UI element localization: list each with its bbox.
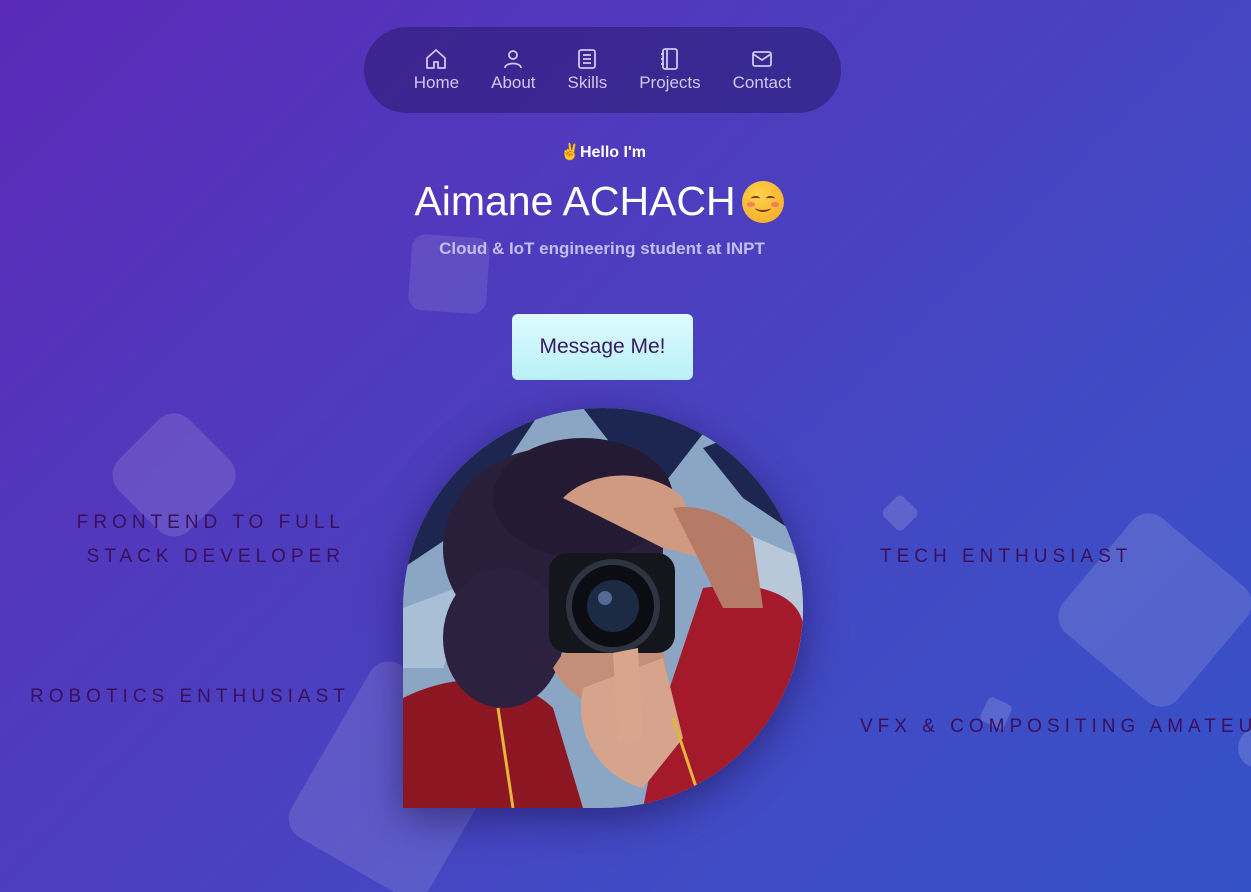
nav-item-skills[interactable]: Skills: [552, 47, 624, 93]
victory-hand-icon: ✌: [560, 144, 580, 161]
nav-item-home[interactable]: Home: [398, 47, 475, 93]
profile-photo-image: [403, 408, 803, 808]
nav-item-contact[interactable]: Contact: [717, 47, 808, 93]
nav-item-label: Projects: [639, 73, 701, 92]
top-nav: Home About Skills Projects Contact: [364, 27, 841, 113]
subtitle: Cloud & IoT engineering student at INPT: [439, 239, 765, 258]
notebook-icon: [660, 48, 678, 70]
bg-shape: [880, 493, 920, 533]
nav-item-projects[interactable]: Projects: [623, 47, 716, 93]
message-me-button[interactable]: Message Me!: [512, 314, 693, 380]
page-title: Aimane ACHACH: [0, 178, 1198, 225]
role-fullstack: FRONTEND TO FULL STACK DEVELOPER: [76, 512, 345, 567]
document-icon: [578, 49, 597, 69]
nav-item-label: About: [491, 73, 536, 92]
nav-item-label: Contact: [732, 73, 792, 92]
mail-icon: [752, 51, 772, 67]
user-icon: [504, 50, 523, 69]
nav-item-label: Skills: [567, 73, 608, 92]
role-tech: TECH ENTHUSIAST: [880, 546, 1133, 567]
bg-shape: [1049, 504, 1251, 716]
role-robotics: ROBOTICS ENTHUSIAST: [30, 686, 350, 707]
name-text: Aimane ACHACH: [414, 178, 736, 224]
nav-item-about[interactable]: About: [475, 47, 551, 93]
nav-item-label: Home: [413, 73, 460, 92]
greeting-text: Hello I'm: [579, 144, 646, 161]
greeting: ✌Hello I'm: [0, 142, 1206, 162]
smiling-face-icon: [741, 181, 784, 223]
profile-photo: [403, 408, 803, 808]
role-vfx: VFX & COMPOSITING AMATEUR: [860, 716, 1251, 737]
home-icon: [426, 49, 447, 69]
